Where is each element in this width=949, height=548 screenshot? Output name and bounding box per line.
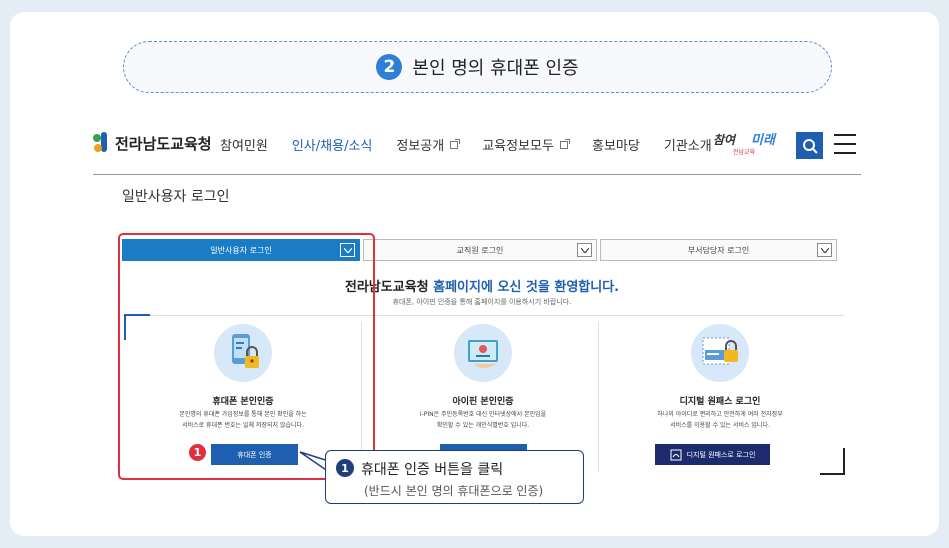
logo-text: 전라남도교육청 bbox=[115, 134, 212, 153]
tab-department-manager[interactable]: 부서담당자 로그인 bbox=[600, 239, 837, 261]
nav-item-about[interactable]: 기관소개 bbox=[664, 135, 712, 154]
main-nav: 참여민원 인사/채용/소식 정보공개 교육정보모두 홍보마당 기관소개 bbox=[220, 135, 736, 154]
tab-staff[interactable]: 교직원 로그인 bbox=[363, 239, 597, 261]
chevron-down-icon[interactable] bbox=[817, 243, 832, 257]
external-link-icon bbox=[559, 138, 570, 149]
nav-item-edu-info[interactable]: 교육정보모두 bbox=[482, 135, 570, 154]
instruction-callout: 1 휴대폰 인증 버튼을 클릭 (반드시 본인 명의 휴대폰으로 인증) bbox=[325, 450, 584, 504]
step-banner: 2 본인 명의 휴대폰 인증 bbox=[123, 41, 832, 93]
menu-icon[interactable] bbox=[834, 134, 856, 154]
callout-instruction: 휴대폰 인증 버튼을 클릭 bbox=[361, 462, 504, 478]
external-link-icon bbox=[450, 138, 461, 149]
step-marker-badge: 1 bbox=[189, 444, 206, 461]
site-header: 전라남도교육청 참여민원 인사/채용/소식 정보공개 교육정보모두 홍보마당 기… bbox=[93, 125, 861, 175]
page-title: 일반사용자 로그인 bbox=[122, 189, 230, 205]
site-logo[interactable]: 전라남도교육청 bbox=[93, 132, 212, 154]
callout-number-badge: 1 bbox=[336, 459, 354, 477]
chevron-down-icon[interactable] bbox=[577, 243, 592, 257]
nav-item-pr[interactable]: 홍보마당 bbox=[592, 135, 640, 154]
method-title: 디지털 원패스 로그인 bbox=[679, 397, 761, 407]
onepass-lock-icon bbox=[691, 324, 749, 382]
highlight-box bbox=[118, 233, 375, 480]
nav-item-hr-news[interactable]: 인사/채용/소식 bbox=[292, 135, 373, 154]
logo-mark-icon bbox=[93, 132, 111, 154]
onepass-icon bbox=[670, 449, 682, 460]
ipin-card-icon bbox=[454, 324, 512, 382]
onepass-login-button[interactable]: 디지털 원패스로 로그인 bbox=[655, 444, 770, 465]
search-button[interactable] bbox=[796, 132, 823, 159]
method-description: 하나의 아이디로 편리하고 안전하게 여러 전자정부 서비스를 이용할 수 있는 … bbox=[657, 411, 783, 429]
step-title: 본인 명의 휴대폰 인증 bbox=[412, 58, 579, 79]
onepass-section: 디지털 원패스 로그인 하나의 아이디로 편리하고 안전하게 여러 전자정부 서비… bbox=[601, 324, 839, 469]
method-description: I-PIN은 주민등록번호 대신 인터넷상에서 본인임을 확인할 수 있는 개인식… bbox=[419, 411, 547, 429]
ipin-auth-section: 아이핀 본인인증 I-PIN은 주민등록번호 대신 인터넷상에서 본인임을 확인할… bbox=[364, 324, 602, 469]
callout-note: (반드시 본인 명의 휴대폰으로 인증) bbox=[364, 484, 544, 498]
search-icon bbox=[802, 138, 818, 154]
step-number-badge: 2 bbox=[376, 54, 403, 80]
nav-item-participation[interactable]: 참여민원 bbox=[220, 135, 268, 154]
nav-item-info-disclosure[interactable]: 정보공개 bbox=[396, 135, 461, 154]
method-title: 아이핀 본인인증 bbox=[452, 397, 514, 407]
slogan-logo: 참여 미래 전남교육 bbox=[713, 133, 775, 156]
